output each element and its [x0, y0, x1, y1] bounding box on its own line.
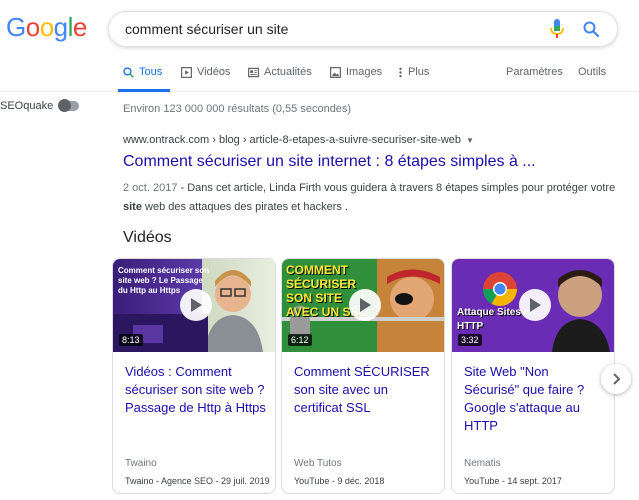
video-card[interactable]: COMMENT SÉCURISER SON SITE AVEC UN SSL 6…	[281, 258, 445, 494]
video-icon	[181, 66, 192, 78]
tab-images[interactable]: Images	[330, 66, 382, 78]
settings-link[interactable]: Paramètres	[506, 66, 563, 78]
tab-tous[interactable]: Tous	[123, 66, 162, 78]
logo-letter: e	[72, 12, 87, 42]
play-icon[interactable]	[519, 289, 551, 321]
more-vert-icon	[399, 67, 402, 77]
caret-down-icon[interactable]: ▼	[466, 136, 474, 145]
video-card[interactable]: Attaque Sites en HTTP 3:32 Site Web "Non…	[451, 258, 615, 494]
chevron-right-icon	[613, 373, 621, 385]
snippet-text: web des attaques des pirates et hackers …	[141, 201, 349, 213]
video-duration: 8:13	[119, 334, 143, 346]
tools-link[interactable]: Outils	[578, 66, 606, 78]
news-icon	[248, 67, 259, 77]
search-tabs: Tous Vidéos Actualités Images Plus Param…	[0, 58, 639, 92]
video-source: Nematis	[464, 458, 501, 469]
logo-letter: g	[53, 12, 68, 42]
result-snippet: 2 oct. 2017 - Dans cet article, Linda Fi…	[123, 179, 623, 217]
logo-letter: G	[6, 12, 26, 42]
toggle-switch[interactable]	[58, 99, 80, 112]
video-thumbnail[interactable]: Attaque Sites en HTTP 3:32	[452, 259, 614, 352]
video-meta: YouTube - 14 sept. 2017	[464, 476, 562, 486]
videos-heading: Vidéos	[123, 229, 172, 246]
search-result: www.ontrack.com › blog › article-8-etape…	[123, 134, 623, 217]
image-icon	[330, 66, 341, 78]
video-thumbnail[interactable]: COMMENT SÉCURISER SON SITE AVEC UN SSL 6…	[282, 259, 444, 352]
seoquake-label: SEOquake	[0, 100, 54, 112]
video-meta: YouTube - 9 déc. 2018	[294, 476, 385, 486]
carousel-next-button[interactable]	[601, 364, 631, 394]
video-source: Twaino	[125, 458, 157, 469]
video-card[interactable]: Comment sécuriser son site web ? Le Pass…	[112, 258, 276, 494]
result-url-text: www.ontrack.com › blog › article-8-etape…	[123, 134, 462, 146]
video-source: Web Tutos	[294, 458, 342, 469]
logo-letter: o	[39, 12, 54, 42]
result-url[interactable]: www.ontrack.com › blog › article-8-etape…	[123, 134, 623, 146]
active-tab-indicator	[118, 89, 170, 92]
video-duration: 6:12	[288, 334, 312, 346]
search-icon[interactable]	[579, 17, 603, 41]
video-thumbnail[interactable]: Comment sécuriser son site web ? Le Pass…	[113, 259, 275, 352]
result-date: 2 oct. 2017	[123, 182, 178, 194]
tab-label: Actualités	[264, 66, 312, 78]
search-icon	[123, 66, 134, 78]
tab-actualites[interactable]: Actualités	[248, 66, 312, 78]
result-title-link[interactable]: Comment sécuriser un site internet : 8 é…	[123, 153, 623, 171]
video-duration: 3:32	[458, 334, 482, 346]
video-title[interactable]: Site Web "Non Sécurisé" que faire ? Goog…	[464, 363, 606, 435]
tab-label: Images	[346, 66, 383, 78]
result-stats: Environ 123 000 000 résultats (0,55 seco…	[123, 103, 352, 115]
play-icon[interactable]	[349, 289, 381, 321]
snippet-bold: site	[123, 201, 142, 213]
tab-label: Vidéos	[197, 66, 231, 78]
tab-label: Tous	[139, 66, 163, 78]
tab-videos[interactable]: Vidéos	[181, 66, 230, 78]
video-title[interactable]: Comment SÉCURISER son site avec un certi…	[294, 363, 436, 417]
video-meta: Twaino - Agence SEO - 29 juil. 2019	[125, 476, 270, 486]
video-title[interactable]: Vidéos : Comment sécuriser son site web …	[125, 363, 267, 417]
microphone-icon[interactable]	[545, 17, 569, 41]
tab-label: Plus	[408, 66, 430, 78]
search-input[interactable]: comment sécuriser un site	[125, 21, 545, 37]
seoquake-toggle[interactable]: SEOquake	[0, 99, 80, 112]
tab-plus[interactable]: Plus	[398, 66, 429, 78]
play-icon[interactable]	[180, 289, 212, 321]
snippet-text: - Dans cet article, Linda Firth vous gui…	[177, 182, 616, 194]
google-logo[interactable]: Google	[6, 12, 87, 43]
logo-letter: o	[25, 12, 40, 42]
search-box[interactable]: comment sécuriser un site	[108, 11, 618, 47]
